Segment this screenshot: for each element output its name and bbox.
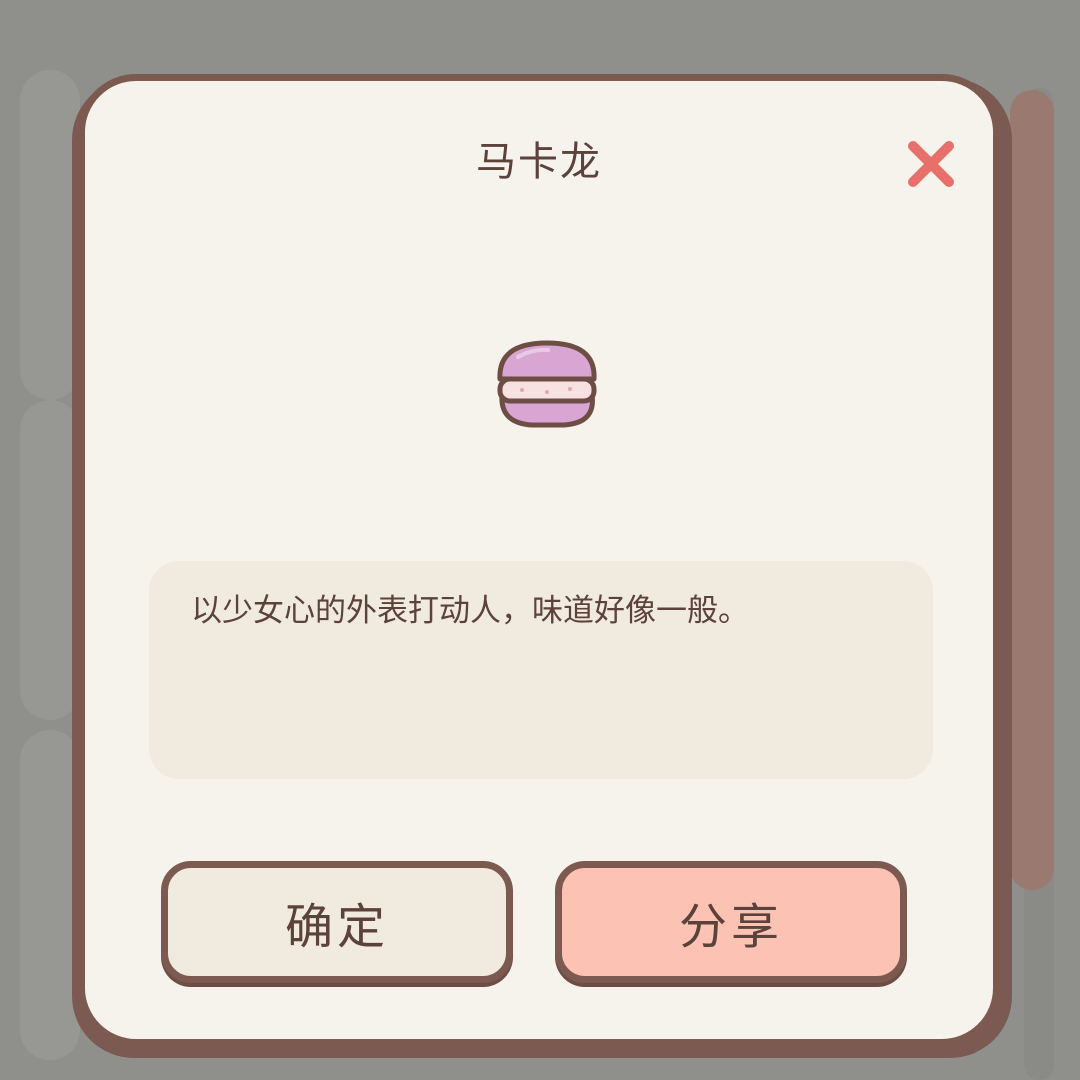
background-tile xyxy=(20,400,80,720)
background-tile xyxy=(20,70,80,400)
item-description: 以少女心的外表打动人，味道好像一般。 xyxy=(191,593,749,629)
share-button[interactable]: 分享 xyxy=(555,861,907,983)
item-detail-dialog: 马卡龙 以少女心的外表打动人，味道好像一般。 确定 分享 xyxy=(78,74,1000,1046)
confirm-button[interactable]: 确定 xyxy=(161,861,513,983)
close-button[interactable] xyxy=(903,136,959,192)
background-tile xyxy=(20,730,80,1060)
dialog-title: 马卡龙 xyxy=(476,139,602,185)
game-screen: 马卡龙 以少女心的外表打动人，味道好像一般。 确定 分享 xyxy=(0,0,1080,1080)
macaron-icon xyxy=(492,335,602,435)
close-icon xyxy=(908,141,954,187)
scrollbar-thumb[interactable] xyxy=(1010,90,1054,890)
description-box: 以少女心的外表打动人，味道好像一般。 xyxy=(149,561,933,779)
